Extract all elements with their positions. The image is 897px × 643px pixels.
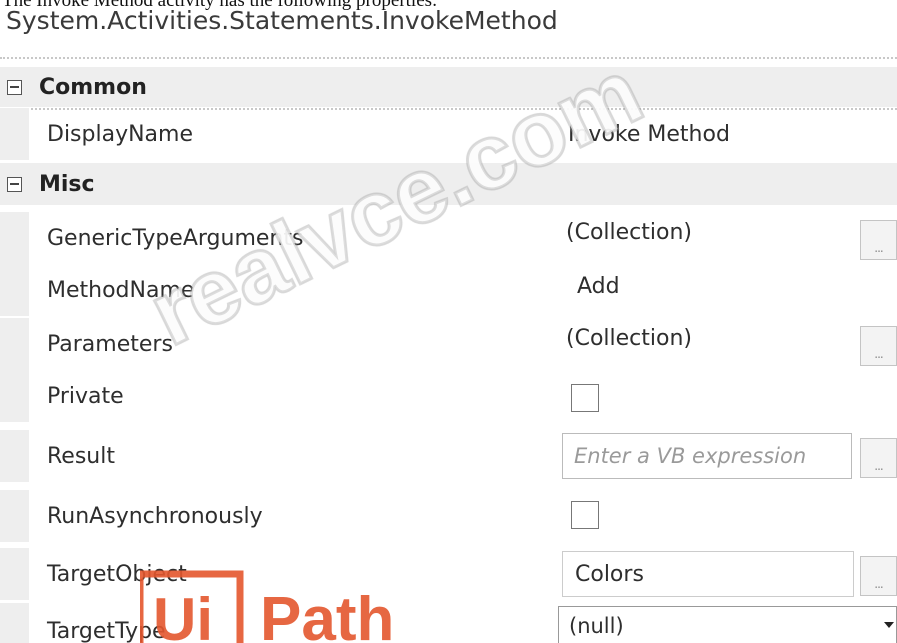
property-name: GenericTypeArguments bbox=[47, 225, 304, 251]
separator bbox=[0, 57, 897, 59]
ellipsis-button[interactable]: ... bbox=[860, 326, 897, 366]
activity-type-title: System.Activities.Statements.InvokeMetho… bbox=[6, 6, 558, 35]
property-row-result[interactable]: Result Enter a VB expression ... bbox=[0, 430, 897, 482]
ellipsis-button[interactable]: ... bbox=[860, 438, 897, 478]
property-row-targettype[interactable]: TargetType (null) bbox=[0, 603, 897, 643]
result-expression-input[interactable]: Enter a VB expression bbox=[562, 433, 852, 479]
displayname-value[interactable]: Invoke Method bbox=[568, 108, 730, 160]
row-gutter bbox=[0, 108, 29, 160]
row-gutter bbox=[0, 430, 29, 482]
row-gutter bbox=[0, 318, 29, 370]
property-row-targetobject[interactable]: TargetObject Colors ... bbox=[0, 548, 897, 600]
section-misc[interactable]: Misc bbox=[0, 163, 897, 205]
property-row-runasynchronously[interactable]: RunAsynchronously bbox=[0, 490, 897, 542]
parameters-value[interactable]: (Collection) bbox=[566, 312, 692, 364]
ellipsis-button[interactable]: ... bbox=[860, 556, 897, 596]
property-name: DisplayName bbox=[47, 121, 193, 147]
property-row-parameters[interactable]: Parameters (Collection) ... bbox=[0, 318, 897, 370]
collapse-icon[interactable] bbox=[7, 176, 22, 192]
chevron-down-icon bbox=[884, 622, 894, 628]
property-name: RunAsynchronously bbox=[47, 503, 263, 529]
row-gutter bbox=[0, 548, 29, 600]
row-gutter bbox=[0, 264, 29, 316]
collapse-icon[interactable] bbox=[7, 79, 22, 95]
targettype-value: (null) bbox=[569, 614, 624, 638]
row-gutter bbox=[0, 212, 29, 264]
row-gutter bbox=[0, 603, 29, 643]
property-name: Private bbox=[47, 383, 124, 409]
targettype-dropdown[interactable]: (null) bbox=[558, 606, 897, 643]
property-name: TargetObject bbox=[47, 561, 187, 587]
methodname-value[interactable]: Add bbox=[577, 260, 620, 312]
section-common[interactable]: Common bbox=[0, 67, 897, 107]
targetobject-input[interactable]: Colors bbox=[562, 551, 854, 597]
property-row-private[interactable]: Private bbox=[0, 370, 897, 422]
property-row-displayname[interactable]: DisplayName Invoke Method bbox=[0, 108, 897, 160]
row-gutter bbox=[0, 490, 29, 542]
generictypearguments-value[interactable]: (Collection) bbox=[566, 206, 692, 258]
property-name: Result bbox=[47, 443, 115, 469]
ellipsis-button[interactable]: ... bbox=[860, 220, 897, 260]
row-gutter bbox=[0, 370, 29, 422]
private-checkbox[interactable] bbox=[571, 384, 599, 412]
runasynchronously-checkbox[interactable] bbox=[571, 501, 599, 529]
property-name: Parameters bbox=[47, 331, 173, 357]
property-name: MethodName bbox=[47, 277, 195, 303]
section-label: Misc bbox=[39, 171, 95, 197]
section-label: Common bbox=[39, 74, 147, 100]
property-name: TargetType bbox=[47, 618, 166, 643]
property-row-generictypearguments[interactable]: GenericTypeArguments (Collection) ... bbox=[0, 212, 897, 264]
property-row-methodname[interactable]: MethodName Add bbox=[0, 264, 897, 316]
